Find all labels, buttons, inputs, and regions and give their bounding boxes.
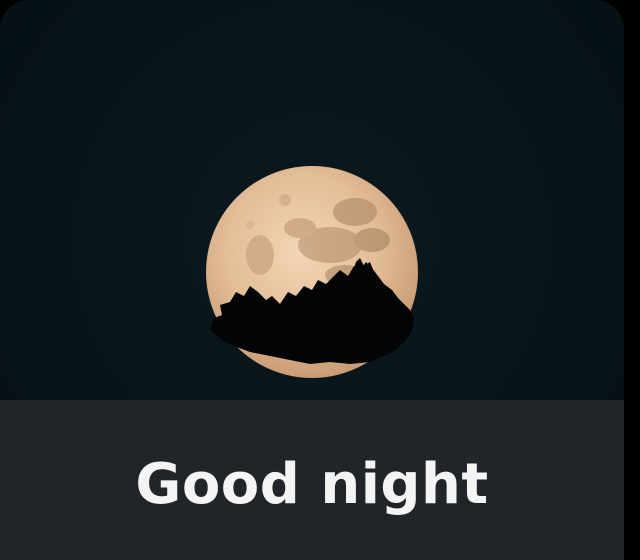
caption-text: Good night xyxy=(135,451,489,517)
moon-image xyxy=(206,166,418,378)
moon-photo xyxy=(0,0,624,400)
caption-bar: Good night xyxy=(0,400,624,560)
good-night-card: Good night xyxy=(0,0,624,560)
